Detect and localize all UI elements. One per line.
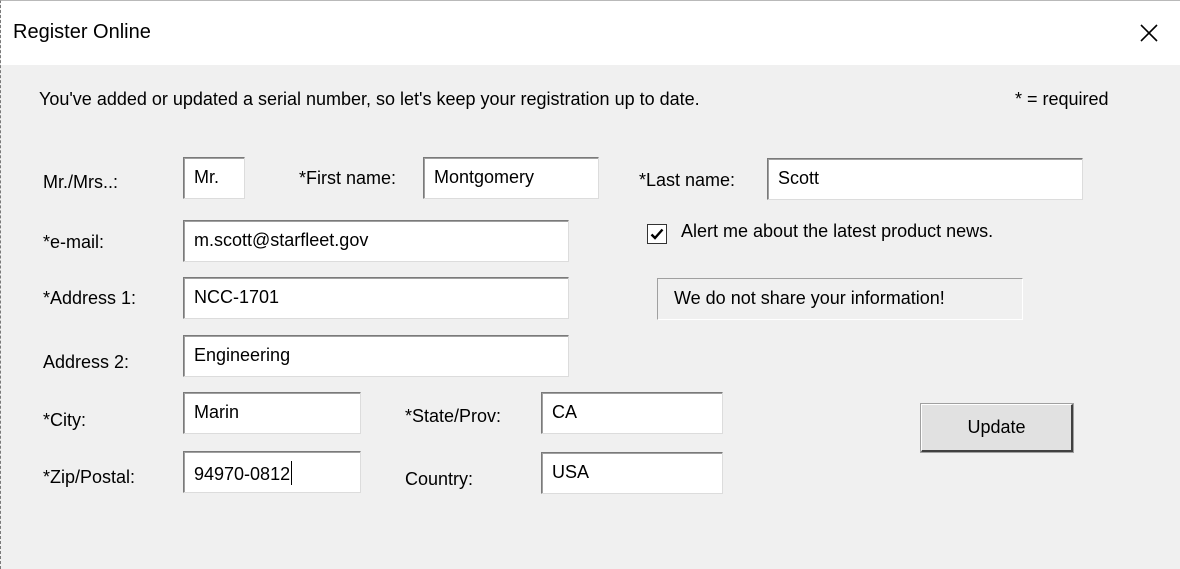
required-note: * = required: [1015, 89, 1109, 109]
country-field[interactable]: USA: [541, 452, 723, 494]
title-field[interactable]: Mr.: [183, 157, 245, 199]
last-name-field[interactable]: Scott: [767, 158, 1083, 200]
privacy-notice: We do not share your information!: [657, 278, 1023, 320]
state-field[interactable]: CA: [541, 392, 723, 434]
address1-label: *Address 1:: [43, 288, 137, 308]
register-dialog: Register Online You've added or updated …: [0, 0, 1180, 569]
first-name-label: *First name:: [299, 168, 397, 188]
address2-field[interactable]: Engineering: [183, 335, 569, 377]
close-icon: [1140, 24, 1158, 42]
checkmark-icon: [650, 228, 664, 240]
text-caret: [291, 461, 293, 485]
update-button[interactable]: Update: [920, 403, 1074, 453]
last-name-label: *Last name:: [639, 170, 736, 190]
news-alert-checkbox[interactable]: [647, 224, 667, 244]
title-bar[interactable]: Register Online: [1, 1, 1180, 65]
zip-label: *Zip/Postal:: [43, 467, 136, 487]
first-name-field[interactable]: Montgomery: [423, 157, 599, 199]
address2-label: Address 2:: [43, 352, 130, 372]
address1-field[interactable]: NCC-1701: [183, 277, 569, 319]
city-label: *City:: [43, 410, 87, 430]
close-button[interactable]: [1123, 11, 1175, 55]
news-alert-label[interactable]: Alert me about the latest product news.: [681, 221, 993, 242]
email-field[interactable]: m.scott@starfleet.gov: [183, 220, 569, 262]
state-label: *State/Prov:: [405, 406, 502, 426]
zip-field[interactable]: 94970-0812: [183, 451, 361, 493]
title-label: Mr./Mrs..:: [43, 172, 118, 192]
email-label: *e-mail:: [43, 232, 105, 252]
zip-value: 94970-0812: [194, 464, 291, 484]
country-label: Country:: [405, 469, 474, 489]
city-field[interactable]: Marin: [183, 392, 361, 434]
intro-message: You've added or updated a serial number,…: [39, 89, 700, 109]
window-title: Register Online: [13, 21, 151, 43]
